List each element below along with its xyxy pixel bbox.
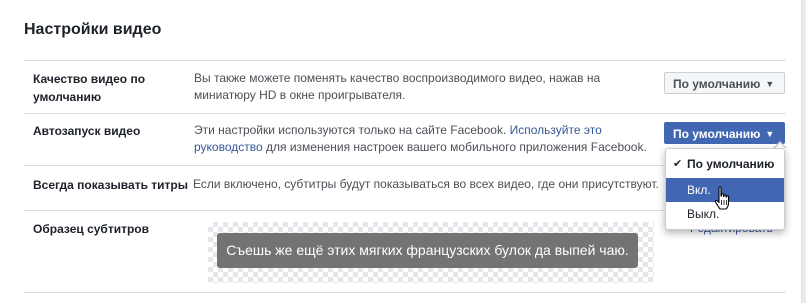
autoplay-description-text: Эти настройки используются только на сай… xyxy=(194,123,510,137)
menu-option-label: По умолчанию xyxy=(687,157,775,171)
video-quality-description: Вы также можете поменять качество воспро… xyxy=(194,71,601,102)
video-quality-label: Качество видео по умолчанию xyxy=(33,72,146,104)
menu-option-label: Вкл. xyxy=(687,183,711,197)
hand-pointer-icon xyxy=(714,186,730,210)
autoplay-dropdown[interactable]: По умолчанию ▼ xyxy=(664,122,785,144)
caret-down-icon: ▼ xyxy=(765,129,775,139)
divider xyxy=(24,113,786,114)
divider xyxy=(24,292,786,293)
subtitle-sample-label: Образец субтитров xyxy=(33,222,150,236)
checkmark-icon: ✔ xyxy=(673,158,683,170)
page-title: Настройки видео xyxy=(24,21,162,38)
autoplay-label: Автозапуск видео xyxy=(33,124,141,138)
autoplay-dropdown-value: По умолчанию xyxy=(673,127,761,141)
menu-option-default[interactable]: ✔ По умолчанию xyxy=(666,152,784,176)
video-quality-dropdown-value: По умолчанию xyxy=(673,77,761,91)
video-quality-dropdown[interactable]: По умолчанию ▼ xyxy=(664,72,785,94)
captions-description: Если включено, субтитры будут показывать… xyxy=(193,177,659,191)
caret-down-icon: ▼ xyxy=(765,79,775,89)
subtitle-sample-text: Съешь же ещё этих мягких французских бул… xyxy=(217,233,638,268)
autoplay-description: Эти настройки используются только на сай… xyxy=(194,122,652,156)
divider xyxy=(24,60,786,61)
captions-label: Всегда показывать титры xyxy=(33,178,188,192)
autoplay-description-text-end: для изменения настроек вашего мобильного… xyxy=(262,140,647,154)
